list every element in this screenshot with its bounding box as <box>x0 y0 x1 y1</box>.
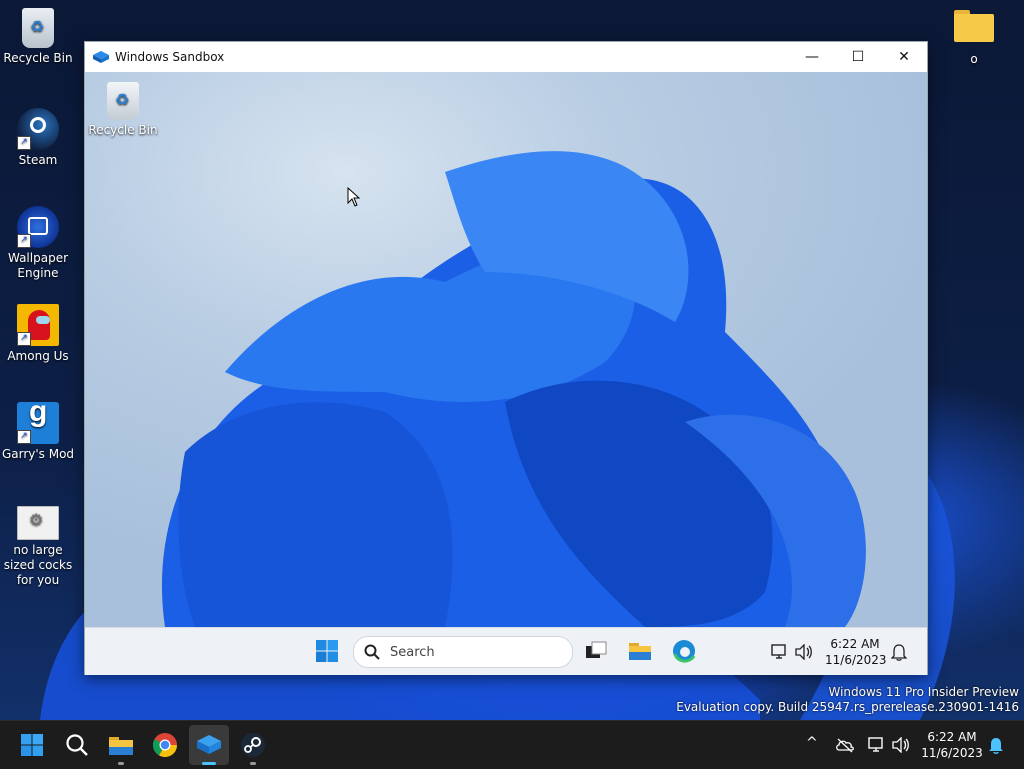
notification-bell-icon[interactable] <box>988 736 1004 754</box>
start-icon[interactable] <box>20 733 44 757</box>
desktop-icon-label: Recycle Bin <box>88 123 158 137</box>
shortcut-arrow-icon: ↗ <box>17 136 31 150</box>
guest-desktop: ♻ Recycle Bin <box>85 72 927 627</box>
shortcut-arrow-icon: ↗ <box>17 234 31 248</box>
garrys-mod-icon: g ↗ <box>17 397 59 444</box>
desktop-icon-label: Recycle Bin <box>3 51 73 65</box>
desktop-icon-among-us[interactable]: ↗ Among Us <box>0 304 76 364</box>
search-icon <box>364 644 380 660</box>
guest-icon-recycle-bin[interactable]: ♻ Recycle Bin <box>85 82 161 138</box>
sandbox-app-icon <box>93 51 109 63</box>
edge-icon[interactable] <box>671 638 697 664</box>
wallpaper-engine-icon: ↗ <box>17 206 59 248</box>
volume-icon[interactable] <box>795 644 813 660</box>
settings-file-icon: ⚙ <box>17 506 59 540</box>
desktop-icon-label: Among Us <box>7 349 69 363</box>
desktop-icon-garrys-mod[interactable]: g ↗ Garry's Mod <box>0 397 76 462</box>
folder-icon <box>954 10 994 42</box>
desktop-icon-steam[interactable]: ↗ Steam <box>0 108 76 168</box>
close-button[interactable]: ✕ <box>881 42 927 72</box>
host-clock[interactable]: 6:22 AM 11/6/2023 <box>920 729 984 761</box>
maximize-button[interactable]: ☐ <box>835 42 881 72</box>
search-box[interactable]: Search <box>353 636 573 668</box>
desktop-icon-label: no large sized cocks for you <box>3 543 73 587</box>
recycle-bin-icon: ♻ <box>22 8 54 48</box>
steam-icon: ↗ <box>17 108 59 150</box>
shortcut-arrow-icon: ↗ <box>17 332 31 346</box>
desktop-icon-folder[interactable]: o <box>936 10 1012 67</box>
notification-bell-icon[interactable] <box>891 643 907 661</box>
show-hidden-icons-chevron[interactable]: ^ <box>806 735 818 751</box>
desktop-icon-label: Steam <box>18 153 58 167</box>
host-time: 6:22 AM <box>927 730 977 744</box>
volume-icon[interactable] <box>892 737 910 753</box>
network-icon[interactable] <box>771 644 789 660</box>
steam-icon[interactable] <box>239 731 267 759</box>
sandbox-window[interactable]: Windows Sandbox — ☐ ✕ ♻ Recycle Bin Sear… <box>84 41 928 675</box>
guest-wallpaper-bloom <box>161 151 866 627</box>
running-indicator <box>118 762 124 765</box>
onedrive-offline-icon[interactable] <box>835 737 855 753</box>
host-date: 11/6/2023 <box>921 746 983 760</box>
guest-time: 6:22 AM <box>830 637 880 651</box>
chrome-icon[interactable] <box>151 731 179 759</box>
task-view-icon[interactable] <box>583 638 609 664</box>
file-explorer-icon[interactable] <box>107 731 135 759</box>
guest-date: 11/6/2023 <box>825 653 887 667</box>
window-title: Windows Sandbox <box>115 50 225 64</box>
desktop-icon-label: Wallpaper Engine <box>7 251 69 280</box>
evaluation-watermark: Windows 11 Pro Insider Preview Evaluatio… <box>676 685 1019 715</box>
host-taskbar: ^ 6:22 AM 11/6/2023 <box>0 720 1024 769</box>
sandbox-titlebar[interactable]: Windows Sandbox — ☐ ✕ <box>85 42 927 72</box>
minimize-button[interactable]: — <box>789 42 835 72</box>
watermark-line-1: Windows 11 Pro Insider Preview <box>828 685 1019 699</box>
desktop-icon-recycle-bin[interactable]: ♻ Recycle Bin <box>0 8 76 66</box>
desktop-icon-label: o <box>970 52 978 66</box>
sandbox-taskbar-icon[interactable] <box>195 731 223 759</box>
search-placeholder: Search <box>390 644 435 660</box>
desktop-icon-batch-file[interactable]: ⚙ no large sized cocks for you <box>0 506 76 588</box>
recycle-bin-icon: ♻ <box>107 82 139 120</box>
bloom-petal <box>178 402 453 627</box>
guest-clock[interactable]: 6:22 AM 11/6/2023 <box>825 636 887 668</box>
active-indicator <box>202 762 216 765</box>
desktop-icon-label: Garry's Mod <box>1 447 75 461</box>
search-icon[interactable] <box>63 731 91 759</box>
desktop-icon-wallpaper-engine[interactable]: ↗ Wallpaper Engine <box>0 206 76 281</box>
running-indicator <box>250 762 256 765</box>
shortcut-arrow-icon: ↗ <box>17 430 31 444</box>
start-icon[interactable] <box>315 639 339 663</box>
mouse-cursor-icon <box>347 187 361 207</box>
file-explorer-icon[interactable] <box>627 638 653 664</box>
network-icon[interactable] <box>868 737 886 753</box>
among-us-icon: ↗ <box>17 304 59 346</box>
watermark-line-2: Evaluation copy. Build 25947.rs_prerelea… <box>676 700 1019 714</box>
guest-taskbar: Search 6:22 AM 11/6/2023 <box>85 627 927 675</box>
